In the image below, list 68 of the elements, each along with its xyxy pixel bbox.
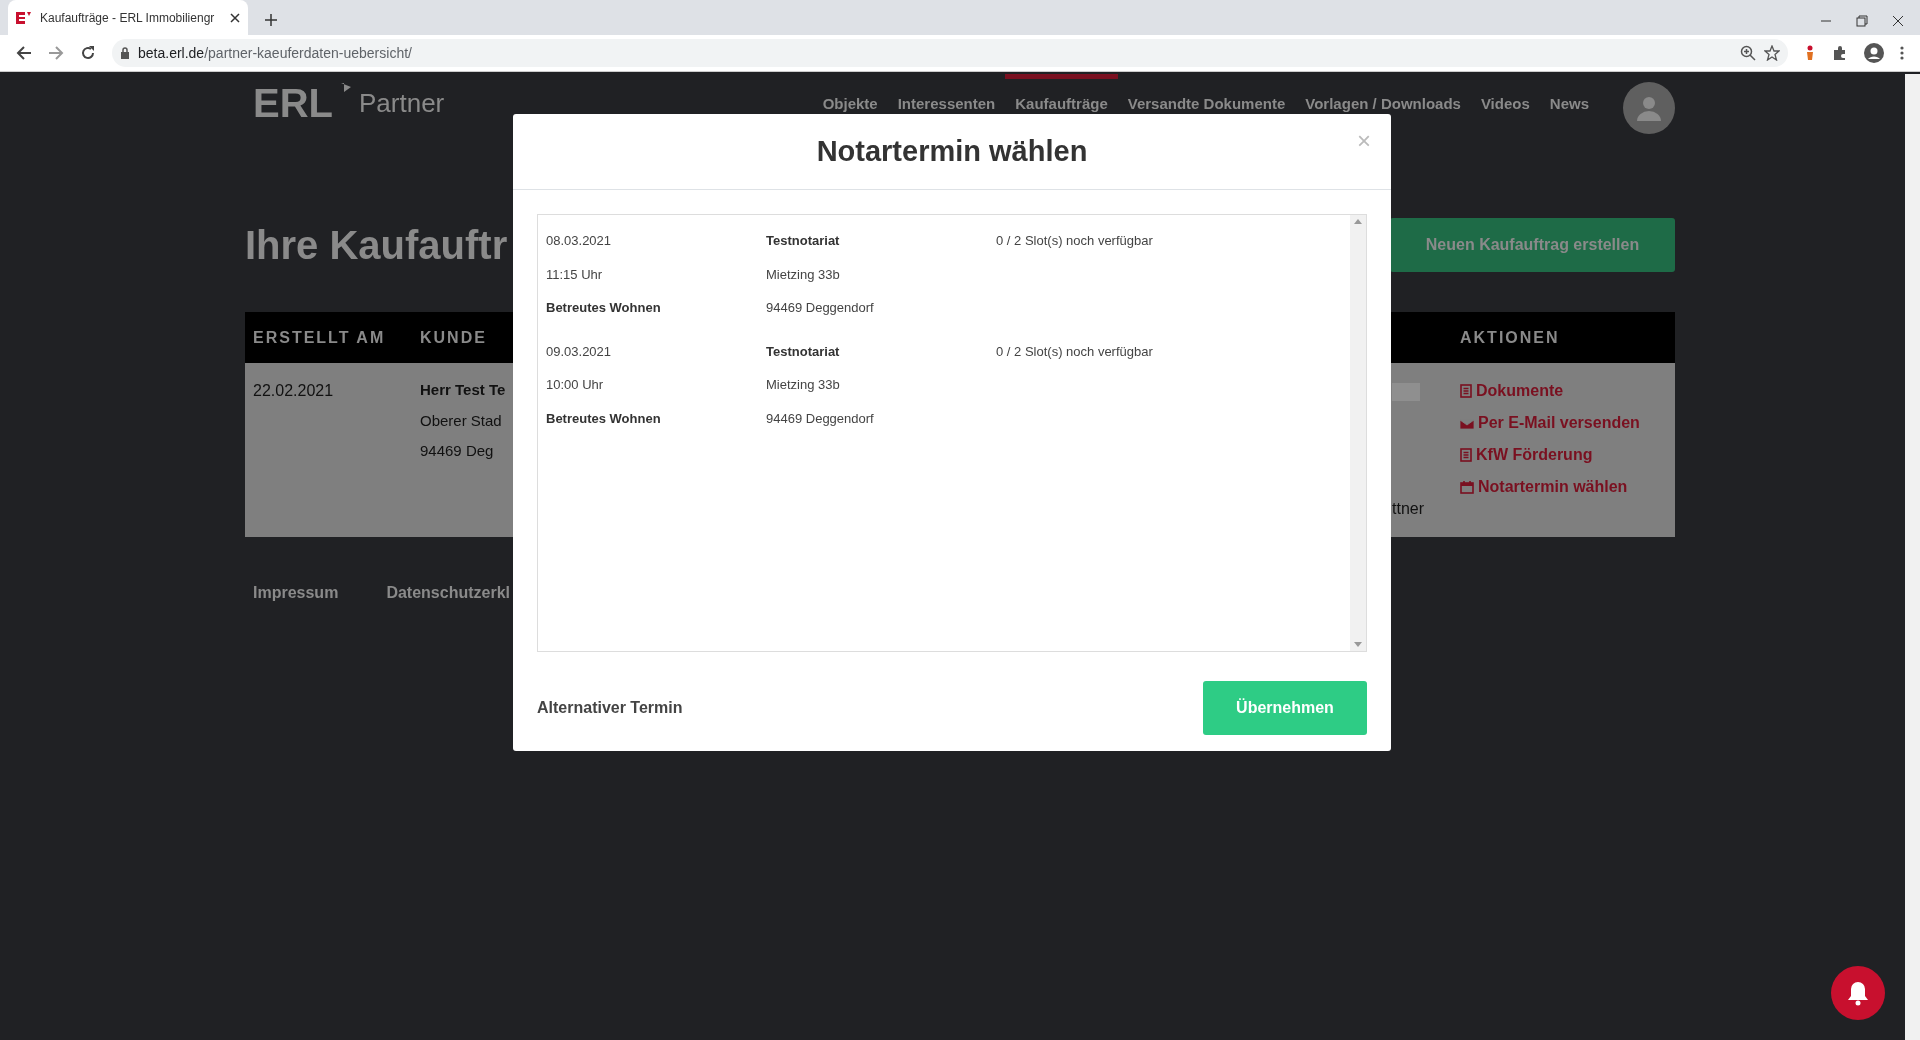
appointment-text: 09.03.2021 bbox=[546, 342, 613, 361]
appointment-text: 0 / 2 Slot(s) noch verfügbar bbox=[996, 232, 1154, 250]
page-title: Ihre Kaufauftr bbox=[245, 222, 508, 269]
notification-button[interactable] bbox=[1831, 966, 1885, 1020]
address-bar[interactable]: beta.erl.de/partner-kaeuferdaten-uebersicht/ bbox=[112, 39, 1788, 67]
url-text: beta.erl.de/partner-kaeuferdaten-uebersicht/ bbox=[138, 43, 412, 63]
nav-link[interactable]: Videos bbox=[1470, 74, 1540, 118]
appointment-text: 08.03.2021 bbox=[546, 232, 613, 250]
column-header: KUNDE bbox=[420, 328, 487, 346]
close-icon bbox=[1892, 15, 1904, 27]
user-icon bbox=[1636, 95, 1662, 121]
action-link[interactable]: KfW Förderung bbox=[1460, 443, 1593, 467]
appointment-text: 94469 Deggendorf bbox=[766, 299, 875, 317]
action-link[interactable]: Per E-Mail versenden bbox=[1460, 411, 1640, 435]
lock-icon bbox=[120, 47, 130, 59]
nav-link[interactable]: Vorlagen / Downloads bbox=[1295, 74, 1471, 118]
forward-icon bbox=[48, 45, 64, 61]
nav-link[interactable]: Versandte Dokumente bbox=[1117, 74, 1296, 118]
table-cell-text: ttner bbox=[1392, 499, 1424, 519]
document-icon bbox=[1460, 384, 1472, 398]
new-tab-icon bbox=[264, 13, 278, 27]
avatar[interactable] bbox=[1623, 82, 1675, 134]
footer-link[interactable]: Impressum bbox=[253, 581, 339, 605]
document-icon bbox=[1460, 448, 1472, 462]
close-icon bbox=[230, 12, 240, 23]
tab-title: Kaufaufträge - ERL Immobiliengr bbox=[40, 9, 216, 27]
footer-link[interactable]: Datenschutzerkl bbox=[386, 581, 510, 605]
star-icon bbox=[1764, 45, 1780, 61]
bell-icon bbox=[1846, 980, 1870, 1006]
site-logo-icon bbox=[16, 10, 32, 25]
menu-icon bbox=[1900, 45, 1904, 61]
calendar-icon bbox=[1460, 480, 1474, 494]
logo-subtitle: Partner bbox=[359, 87, 445, 120]
scroll-up-icon bbox=[1354, 219, 1362, 224]
table-cell-text: 22.02.2021 bbox=[252, 381, 335, 401]
table-cell-text: Herr Test Te bbox=[420, 380, 506, 400]
appointment-text: Mietzing 33b bbox=[766, 265, 841, 284]
restore-icon bbox=[1856, 15, 1868, 27]
appointment-text: Testnotariat bbox=[766, 342, 841, 361]
column-header: ERSTELLT AM bbox=[253, 328, 386, 346]
table-cell-text: 94469 Deg bbox=[420, 441, 494, 461]
action-link[interactable]: Notartermin wählen bbox=[1460, 475, 1628, 499]
appointment-text: Betreutes Wohnen bbox=[546, 299, 662, 317]
profile-icon bbox=[1864, 43, 1884, 63]
reload-icon bbox=[80, 45, 96, 61]
alternative-date-link[interactable]: Alternativer Termin bbox=[537, 696, 683, 720]
table-cell-text: Oberer Stad bbox=[420, 410, 502, 431]
puzzle-icon bbox=[1832, 45, 1848, 61]
nav-link[interactable]: News bbox=[1539, 74, 1599, 118]
nav-link[interactable]: Objekte bbox=[812, 74, 888, 118]
appointment-text: 10:00 Uhr bbox=[546, 376, 605, 394]
action-link[interactable]: Dokumente bbox=[1460, 379, 1564, 403]
zoom-icon bbox=[1740, 45, 1756, 61]
modal-title: Notartermin wählen bbox=[816, 133, 1088, 169]
appointment-text: 11:15 Uhr bbox=[546, 265, 604, 284]
nav-link[interactable]: Interessenten bbox=[887, 74, 1006, 118]
appointment-text: Mietzing 33b bbox=[766, 376, 841, 394]
extension-figure-icon bbox=[1804, 45, 1816, 61]
logo[interactable]: ERL bbox=[253, 83, 333, 123]
scroll-down-icon bbox=[1354, 642, 1362, 647]
placeholder-bar bbox=[1392, 383, 1420, 401]
back-icon bbox=[16, 45, 32, 61]
appointment-text: 0 / 2 Slot(s) noch verfügbar bbox=[996, 342, 1154, 361]
appointment-text: Betreutes Wohnen bbox=[546, 409, 662, 428]
column-header: AKTIONEN bbox=[1460, 328, 1560, 346]
appointment-text: 94469 Deggendorf bbox=[766, 409, 875, 428]
browser-tab[interactable]: Kaufaufträge - ERL Immobiliengr bbox=[8, 0, 248, 35]
appointment-text: Testnotariat bbox=[766, 232, 841, 250]
